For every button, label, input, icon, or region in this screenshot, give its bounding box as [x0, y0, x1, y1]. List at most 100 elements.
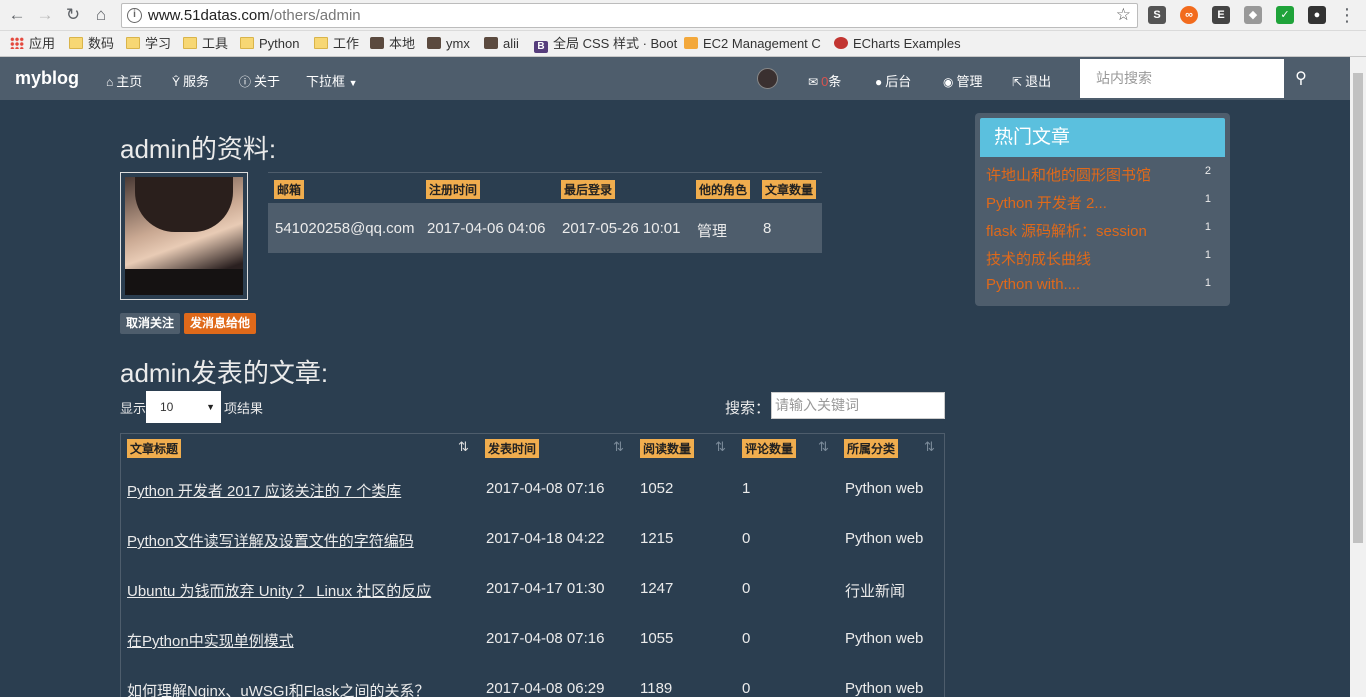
avatar-icon: [370, 37, 384, 49]
article-title-link[interactable]: Python文件读写详解及设置文件的字符编码: [127, 530, 414, 551]
page-size-select[interactable]: 10 ▼: [146, 391, 221, 423]
scrollbar-thumb[interactable]: [1353, 73, 1363, 543]
nav-backend[interactable]: ● 后台: [875, 71, 911, 90]
menu-icon[interactable]: ⋮: [1336, 4, 1358, 26]
sort-icon[interactable]: ⇅: [715, 439, 726, 455]
profile-table-header: 邮箱 注册时间 最后登录 他的角色 文章数量: [268, 172, 822, 203]
caret-down-icon: ▼: [206, 402, 215, 412]
col-article-count: 文章数量: [762, 180, 817, 199]
article-reads: 1247: [640, 580, 674, 597]
aws-icon: [684, 37, 698, 49]
home-icon: ⌂: [106, 75, 114, 89]
bookmark-star-icon[interactable]: ☆: [1116, 5, 1131, 25]
hot-article-count: 1: [1204, 249, 1211, 261]
sort-asc-icon[interactable]: ⇅: [458, 439, 469, 455]
nav-services[interactable]: Ŷ 服务: [172, 71, 209, 90]
sort-icon[interactable]: ⇅: [924, 439, 935, 455]
col-category[interactable]: 所属分类: [844, 439, 899, 458]
hot-article-link[interactable]: Python with....: [986, 276, 1080, 293]
col-reads[interactable]: 阅读数量: [640, 439, 695, 458]
nav-manage[interactable]: ◉ 管理: [943, 71, 983, 90]
articles-title: admin发表的文章:: [120, 358, 329, 388]
avatar-icon: [484, 37, 498, 49]
nav-home[interactable]: ⌂ 主页: [106, 71, 142, 90]
email-value: 541020258@qq.com: [275, 220, 415, 237]
article-title-link[interactable]: Python 开发者 2017 应该关注的 7 个类库: [127, 480, 401, 501]
bootstrap-icon: B: [534, 41, 548, 53]
nav-about[interactable]: ⓘ 关于: [239, 71, 280, 90]
cutlery-icon: Ŷ: [172, 75, 181, 89]
bookmark-link[interactable]: B 全局 CSS 样式 · Boot: [534, 35, 677, 53]
article-title-link[interactable]: 如何理解Nginx、uWSGI和Flask之间的关系？: [127, 680, 430, 697]
forward-icon[interactable]: →: [34, 4, 56, 26]
extension-icon[interactable]: E: [1212, 6, 1230, 24]
article-reads: 1189: [640, 680, 673, 697]
back-icon[interactable]: ←: [6, 4, 28, 26]
bookmark-link[interactable]: alii: [484, 35, 519, 53]
bookmark-link[interactable]: 本地: [370, 35, 415, 53]
col-title[interactable]: 文章标题: [127, 439, 182, 458]
table-row: Python文件读写详解及设置文件的字符编码 2017-04-18 04:22 …: [121, 516, 944, 566]
bookmark-link[interactable]: ECharts Examples: [834, 35, 961, 53]
info-icon: ⓘ: [239, 75, 252, 89]
extension-icon[interactable]: S: [1148, 6, 1166, 24]
site-search-input[interactable]: 站内搜索: [1080, 59, 1284, 98]
nav-logout[interactable]: ⇱ 退出: [1012, 71, 1051, 90]
hot-article-link[interactable]: 技术的成长曲线: [986, 248, 1091, 269]
url-path: /others/admin: [269, 7, 361, 24]
bookmark-apps[interactable]: 应用: [10, 35, 55, 53]
send-message-button[interactable]: 发消息给他: [184, 313, 257, 334]
extension-icon[interactable]: ∞: [1180, 6, 1198, 24]
list-item[interactable]: 许地山和他的圆形图书馆 2: [986, 164, 1221, 192]
reload-icon[interactable]: ↻: [62, 4, 84, 26]
bookmark-folder[interactable]: 工具: [183, 35, 228, 53]
hot-article-link[interactable]: 许地山和他的圆形图书馆: [986, 164, 1151, 185]
col-email: 邮箱: [274, 180, 305, 199]
hot-article-link[interactable]: flask 源码解析：session: [986, 220, 1147, 241]
article-title-link[interactable]: Ubuntu 为钱而放弃 Unity ？ Linux 社区的反应: [127, 580, 431, 601]
list-item[interactable]: Python with.... 1: [986, 276, 1221, 304]
table-search-input[interactable]: 请输入关键词: [771, 392, 945, 419]
home-icon[interactable]: ⌂: [90, 4, 112, 26]
bookmark-folder[interactable]: 数码: [69, 35, 114, 53]
extension-icon[interactable]: ●: [1308, 6, 1326, 24]
table-row: Ubuntu 为钱而放弃 Unity ？ Linux 社区的反应 2017-04…: [121, 566, 944, 616]
shield-icon[interactable]: ✓: [1276, 6, 1294, 24]
article-date: 2017-04-08 07:16: [486, 630, 605, 647]
info-icon[interactable]: i: [127, 8, 142, 23]
brand-logo[interactable]: myblog: [15, 68, 79, 89]
bookmark-link[interactable]: ymx: [427, 35, 470, 53]
unfollow-button[interactable]: 取消关注: [120, 313, 181, 334]
search-icon[interactable]: ⚲: [1291, 69, 1311, 89]
list-item[interactable]: Python 开发者 2... 1: [986, 192, 1221, 220]
article-comments: 1: [742, 480, 751, 497]
hot-article-link[interactable]: Python 开发者 2...: [986, 192, 1107, 213]
extension-icon[interactable]: ◆: [1244, 6, 1262, 24]
folder-icon: [183, 37, 197, 49]
col-date[interactable]: 发表时间: [485, 439, 540, 458]
nav-messages[interactable]: ✉ 0条: [808, 71, 841, 90]
bookmark-folder[interactable]: 学习: [126, 35, 171, 53]
address-bar[interactable]: i www.51datas.com/others/admin ☆: [121, 3, 1138, 28]
bookmarks-bar: 应用 数码 学习 工具 Python 工作 本地 ymx alii B 全局 CS…: [0, 31, 1366, 57]
col-comments[interactable]: 评论数量: [742, 439, 797, 458]
article-title-link[interactable]: 在Python中实现单例模式: [127, 630, 294, 651]
bookmark-folder[interactable]: 工作: [314, 35, 359, 53]
nav-dropdown[interactable]: 下拉框 ▼: [306, 71, 358, 90]
article-date: 2017-04-08 07:16: [486, 480, 605, 497]
scrollbar[interactable]: [1350, 57, 1366, 697]
bookmark-link[interactable]: EC2 Management C: [684, 35, 821, 53]
article-reads: 1055: [640, 630, 674, 647]
bookmark-folder[interactable]: Python: [240, 35, 299, 53]
article-comments: 0: [742, 680, 751, 697]
article-category: Python web: [845, 680, 924, 697]
last-login-value: 2017-05-26 10:01: [562, 220, 681, 237]
avatar[interactable]: [757, 68, 778, 89]
site-navbar: myblog ⌂ 主页 Ŷ 服务 ⓘ 关于 下拉框 ▼ ✉ 0条 ● 后台 ◉ 管理 ⇱ 退出…: [0, 57, 1350, 100]
sort-icon[interactable]: ⇅: [613, 439, 624, 455]
apps-icon: [10, 37, 24, 49]
list-item[interactable]: flask 源码解析：session 1: [986, 220, 1221, 248]
sort-icon[interactable]: ⇅: [818, 439, 829, 455]
page-size-value: 10: [160, 400, 174, 414]
list-item[interactable]: 技术的成长曲线 1: [986, 248, 1221, 276]
